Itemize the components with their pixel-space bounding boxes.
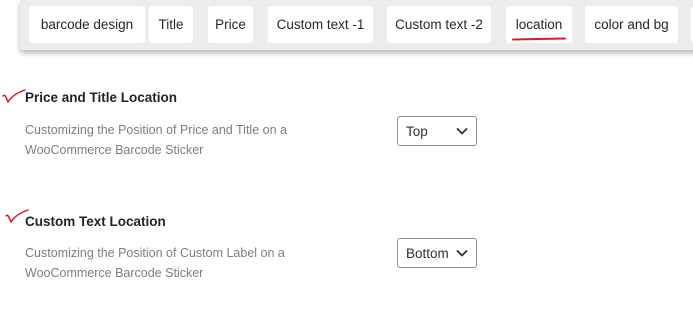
tab-label: Custom text -1 [276,17,365,32]
custom-text-location-select[interactable]: Bottom [397,238,477,268]
checkmark-annotation-icon [2,89,26,103]
settings-tab-bar: barcode design Title Price Custom text -… [20,0,693,50]
section-description: Customizing the Position of Price and Ti… [25,123,287,157]
tab-label: Title [158,17,184,32]
tab-color-and-bg[interactable]: color and bg [585,6,678,43]
tab-location[interactable]: location [506,6,572,43]
tab-title[interactable]: Title [149,6,193,43]
tab-label: Price [215,17,246,32]
tab-label: color and bg [594,17,669,32]
price-title-location-select[interactable]: Top [397,116,477,146]
tab-price[interactable]: Price [208,6,253,43]
select-value: Bottom [406,245,449,261]
section-title-custom-text-location: Custom Text Location [25,214,166,229]
section-title-price-title-location: Price and Title Location [25,90,178,105]
active-tab-underline [511,37,567,41]
chevron-down-icon [456,128,468,135]
tab-label: barcode design [40,17,134,32]
settings-page: barcode design Title Price Custom text -… [0,0,693,309]
select-value: Top [406,123,428,139]
tab-custom-text-1[interactable]: Custom text -1 [268,6,373,43]
section-description: Customizing the Position of Custom Label… [25,246,285,280]
chevron-down-icon [456,250,468,257]
tab-custom-text-2[interactable]: Custom text -2 [387,6,491,43]
tab-barcode-design[interactable]: barcode design [29,6,145,43]
tab-label: Custom text -2 [395,17,483,32]
tab-label: location [515,17,563,32]
